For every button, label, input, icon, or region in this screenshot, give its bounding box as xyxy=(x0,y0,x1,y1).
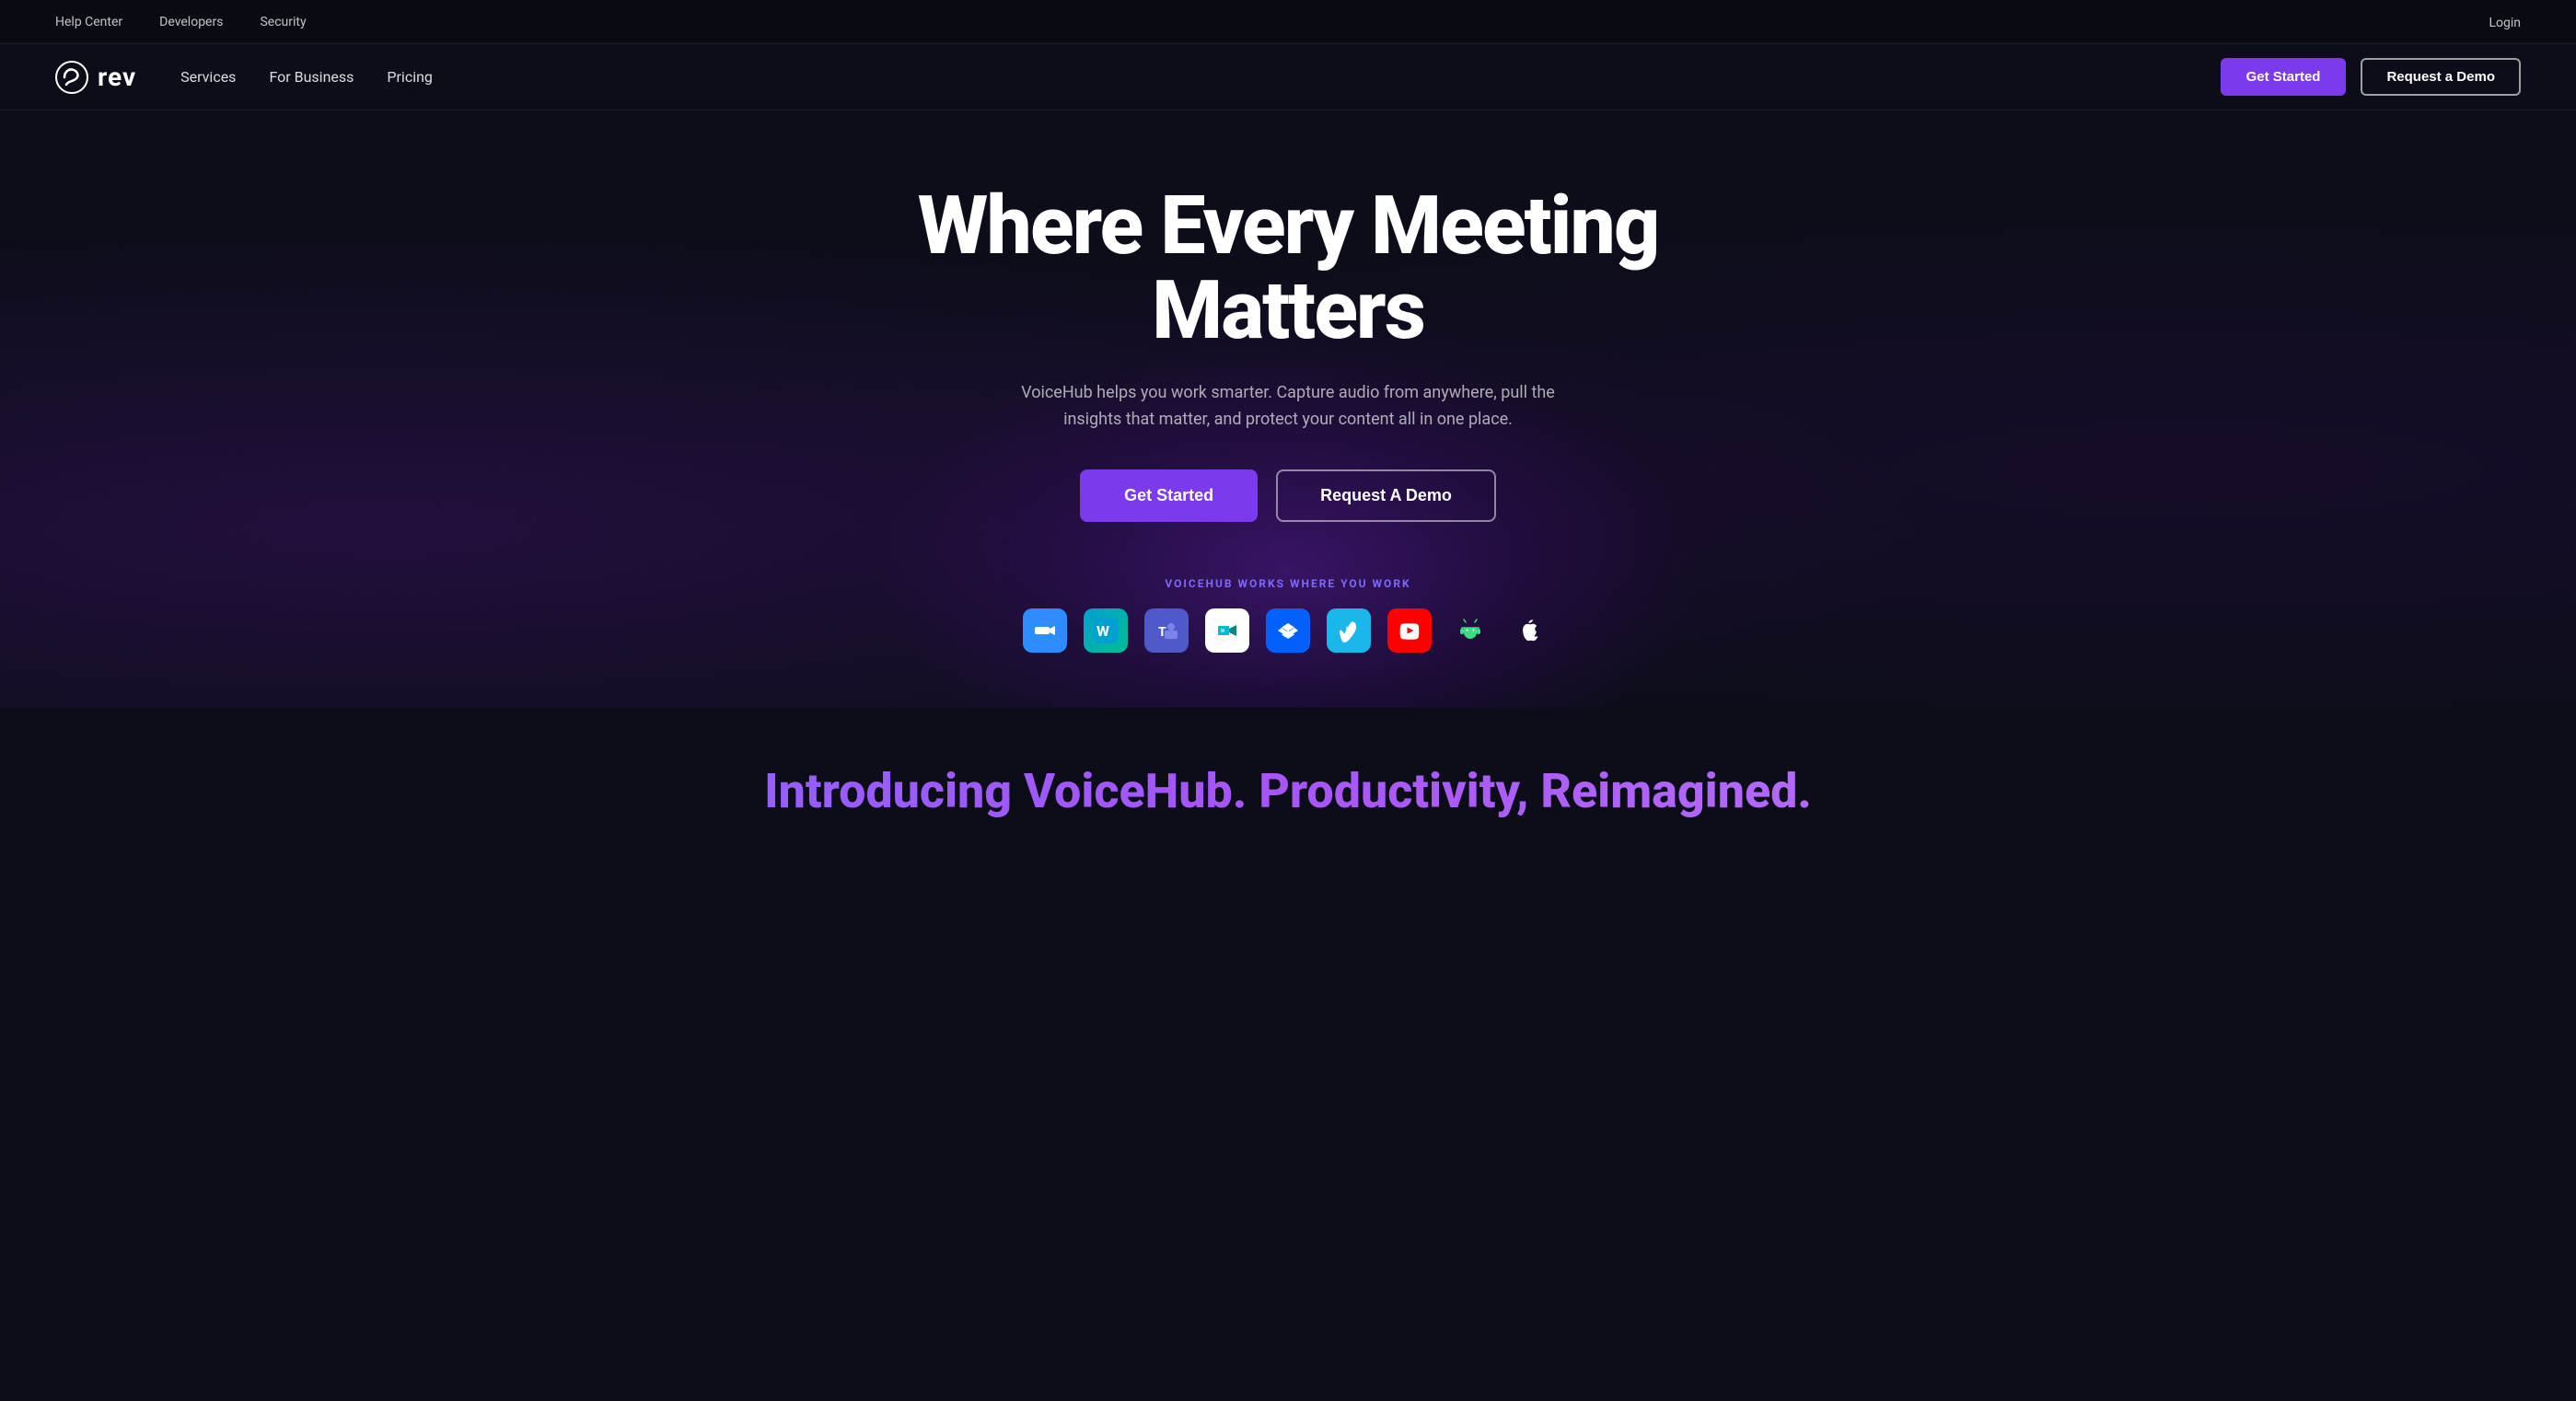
nav-links: Services For Business Pricing xyxy=(180,68,433,86)
logo-text: rev xyxy=(98,62,136,92)
hero-buttons: Get Started Request A Demo xyxy=(828,469,1748,522)
google-meet-icon[interactable] xyxy=(1205,608,1249,653)
nav-get-started-button[interactable]: Get Started xyxy=(2221,58,2347,96)
main-nav: rev Services For Business Pricing Get St… xyxy=(0,44,2576,110)
hero-request-demo-button[interactable]: Request A Demo xyxy=(1276,469,1496,522)
hero-subtitle: VoiceHub helps you work smarter. Capture… xyxy=(1012,380,1564,434)
teams-icon[interactable]: T xyxy=(1144,608,1189,653)
hero-title: Where Every Meeting Matters xyxy=(828,184,1748,354)
vimeo-icon[interactable] xyxy=(1327,608,1371,653)
nav-services[interactable]: Services xyxy=(180,68,236,86)
nav-right: Get Started Request a Demo xyxy=(2221,58,2521,96)
nav-for-business[interactable]: For Business xyxy=(269,68,354,86)
bottom-title: Introducing VoiceHub. Productivity, Reim… xyxy=(55,763,2521,819)
apple-icon[interactable] xyxy=(1509,608,1553,653)
webex-icon[interactable]: W xyxy=(1084,608,1128,653)
integrations-label: VOICEHUB WORKS WHERE YOU WORK xyxy=(828,577,1748,590)
rev-logo-icon xyxy=(55,61,88,94)
bottom-section: Introducing VoiceHub. Productivity, Reim… xyxy=(0,708,2576,856)
nav-request-demo-button[interactable]: Request a Demo xyxy=(2361,58,2521,96)
integrations-icons: W T xyxy=(828,608,1748,653)
nav-left: rev Services For Business Pricing xyxy=(55,61,433,94)
logo[interactable]: rev xyxy=(55,61,136,94)
dropbox-icon[interactable] xyxy=(1266,608,1310,653)
android-icon[interactable] xyxy=(1448,608,1492,653)
security-link[interactable]: Security xyxy=(260,15,306,29)
developers-link[interactable]: Developers xyxy=(159,15,223,29)
login-link[interactable]: Login xyxy=(2489,16,2521,30)
top-bar-right: Login xyxy=(2489,13,2521,30)
top-bar: Help Center Developers Security Login xyxy=(0,0,2576,44)
svg-text:W: W xyxy=(1097,622,1109,640)
top-bar-links: Help Center Developers Security xyxy=(55,15,307,29)
nav-pricing[interactable]: Pricing xyxy=(387,68,433,86)
youtube-icon[interactable] xyxy=(1387,608,1432,653)
hero-section: Where Every Meeting Matters VoiceHub hel… xyxy=(0,110,2576,708)
hero-get-started-button[interactable]: Get Started xyxy=(1080,469,1258,522)
zoom-icon[interactable] xyxy=(1023,608,1067,653)
help-center-link[interactable]: Help Center xyxy=(55,15,122,29)
hero-content: Where Every Meeting Matters VoiceHub hel… xyxy=(828,184,1748,653)
